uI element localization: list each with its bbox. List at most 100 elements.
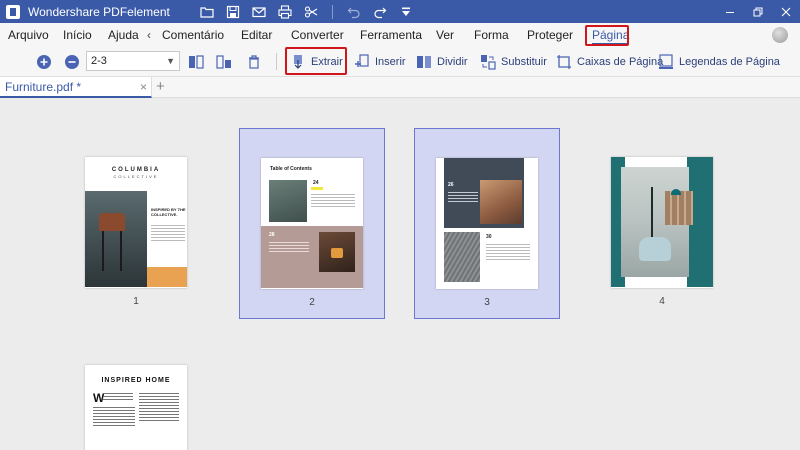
page-number-2: 2	[309, 297, 315, 308]
p3-image-bottom	[444, 232, 480, 282]
p1-orange-block	[147, 267, 187, 287]
p1-photo	[85, 191, 147, 287]
page-thumbnail-3[interactable]: 26 30	[436, 158, 538, 289]
extract-highlight-box	[285, 47, 347, 75]
p2-chair	[331, 248, 343, 258]
document-tab-bar: Furniture.pdf * × +	[0, 76, 800, 98]
menu-comentario[interactable]: Comentário	[162, 23, 224, 47]
p3-number-b: 30	[486, 234, 492, 240]
page-toolbar: 2-3 ▼ Extrair Inserir Dividir Substituir…	[0, 47, 800, 76]
print-icon[interactable]	[272, 0, 298, 23]
menu-ver[interactable]: Ver	[436, 23, 454, 47]
menu-ferramenta[interactable]: Ferramenta	[360, 23, 422, 47]
split-label: Dividir	[437, 55, 468, 68]
p1-body-text	[151, 225, 185, 243]
new-tab-icon[interactable]: +	[156, 78, 165, 95]
page-range-value: 2-3	[91, 55, 107, 67]
page-number-4: 4	[659, 296, 665, 307]
minimize-icon[interactable]	[716, 0, 744, 23]
page-number-3: 3	[484, 297, 490, 308]
p1-heading: INSPIRED BY THE COLLECTIVE.	[151, 207, 186, 217]
quick-access-icon[interactable]	[393, 0, 419, 23]
page-slot-3[interactable]: 26 30 3	[414, 128, 560, 319]
restore-icon[interactable]	[744, 0, 772, 23]
replace-button[interactable]: Substituir	[480, 47, 547, 76]
p3-text-a	[448, 192, 478, 204]
p5-column-left	[103, 393, 133, 402]
menu-forma[interactable]: Forma	[474, 23, 509, 47]
page-labels-label: Legendas de Página	[679, 55, 780, 68]
folder-icon[interactable]	[194, 0, 220, 23]
p1-subtitle: COLLECTIVE	[113, 174, 159, 179]
rotate-left-icon	[189, 54, 204, 69]
split-icon	[417, 55, 431, 68]
trash-icon	[249, 54, 259, 69]
toolbar-separator	[331, 4, 333, 19]
p4-chair	[639, 237, 671, 261]
page-thumbnail-1[interactable]: COLUMBIA COLLECTIVE INSPIRED BY THE COLL…	[85, 157, 187, 288]
page-thumbnail-5[interactable]: INSPIRED HOME W	[85, 365, 187, 450]
menu-arquivo[interactable]: Arquivo	[8, 23, 49, 47]
p2-number-b: 28	[269, 232, 275, 238]
menu-bar: Arquivo Início Ajuda ‹ Comentário Editar…	[0, 23, 800, 47]
page-slot-2[interactable]: Table of Contents 24 28 2	[239, 128, 385, 319]
p4-photo	[621, 167, 693, 277]
p2-number-a: 24	[313, 180, 319, 186]
menu-ajuda[interactable]: Ajuda	[108, 23, 139, 47]
crop-icon	[557, 54, 571, 69]
p1-chair	[99, 213, 125, 231]
document-tab-label: Furniture.pdf *	[5, 80, 82, 94]
p5-column-left-body	[93, 407, 135, 428]
zoom-in-button[interactable]	[36, 47, 52, 76]
p3-image-top	[480, 180, 522, 224]
avatar[interactable]	[772, 27, 788, 43]
page-slot-1[interactable]: COLUMBIA COLLECTIVE INSPIRED BY THE COLL…	[64, 128, 208, 318]
p2-image-top	[269, 180, 307, 222]
p3-number-a: 26	[448, 182, 454, 188]
toolbar-separator	[276, 53, 277, 70]
menu-collapse-arrow[interactable]: ‹	[147, 23, 151, 47]
rotate-left-button[interactable]	[188, 47, 204, 76]
p3-text-b	[486, 244, 530, 262]
document-tab[interactable]: Furniture.pdf * ×	[0, 77, 152, 98]
insert-label: Inserir	[375, 55, 406, 68]
redo-icon[interactable]	[367, 0, 393, 23]
insert-icon	[355, 53, 369, 67]
close-tab-icon[interactable]: ×	[140, 80, 147, 94]
page-range-select[interactable]: 2-3 ▼	[86, 51, 180, 71]
page-label-icon	[659, 53, 673, 69]
chevron-down-icon: ▼	[166, 56, 175, 66]
delete-page-button[interactable]	[246, 47, 262, 76]
replace-label: Substituir	[501, 55, 547, 68]
close-icon[interactable]	[772, 0, 800, 23]
rotate-right-icon	[216, 54, 231, 69]
save-icon[interactable]	[220, 0, 246, 23]
page-thumbnails-area: COLUMBIA COLLECTIVE INSPIRED BY THE COLL…	[0, 98, 800, 450]
p2-text-b	[269, 242, 309, 254]
zoom-out-button[interactable]	[64, 47, 80, 76]
split-button[interactable]: Dividir	[416, 47, 468, 76]
menu-proteger[interactable]: Proteger	[527, 23, 573, 47]
page-thumbnail-4[interactable]	[611, 157, 713, 288]
p1-title: COLUMBIA	[111, 167, 161, 173]
rotate-right-button[interactable]	[216, 47, 232, 76]
replace-icon	[481, 54, 496, 70]
page-slot-5[interactable]: INSPIRED HOME W	[64, 336, 208, 450]
page-boxes-button[interactable]: Caixas de Página	[556, 47, 663, 76]
menu-converter[interactable]: Converter	[291, 23, 344, 47]
p2-highlight	[311, 187, 323, 190]
menu-editar[interactable]: Editar	[241, 23, 272, 47]
undo-icon[interactable]	[341, 0, 367, 23]
scissors-icon[interactable]	[298, 0, 324, 23]
page-slot-4[interactable]: 4	[590, 128, 734, 318]
p1-chair-leg	[102, 231, 104, 271]
mail-icon[interactable]	[246, 0, 272, 23]
p4-lamp-shade	[671, 189, 681, 195]
quick-access-toolbar	[194, 0, 419, 23]
page-labels-button[interactable]: Legendas de Página	[658, 47, 780, 76]
page-thumbnail-2[interactable]: Table of Contents 24 28	[261, 158, 363, 289]
p1-chair-leg	[120, 231, 122, 271]
insert-button[interactable]: Inserir	[354, 47, 406, 76]
p4-shelf	[665, 191, 693, 225]
menu-inicio[interactable]: Início	[63, 23, 92, 47]
